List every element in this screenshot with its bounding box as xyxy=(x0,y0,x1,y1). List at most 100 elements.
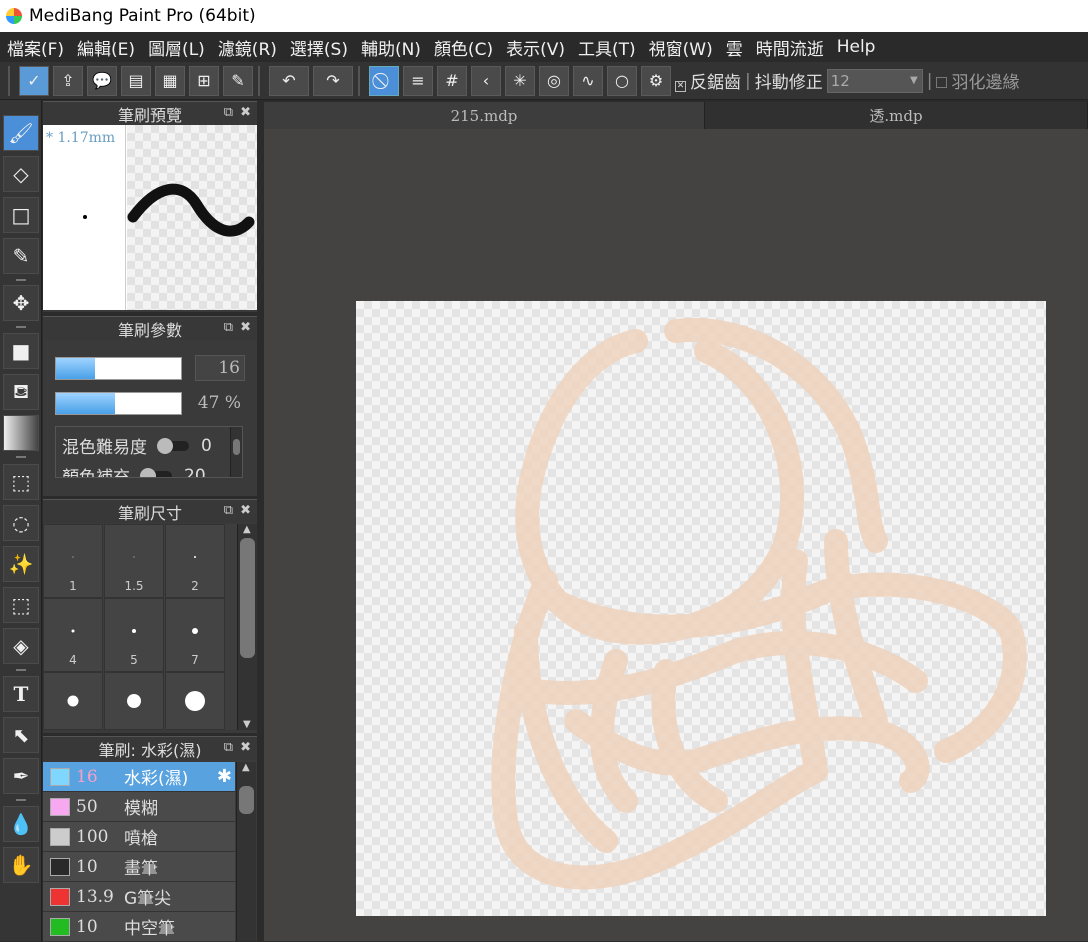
select-pen-tool-icon[interactable]: ⬚ xyxy=(3,587,39,623)
comment-icon[interactable]: 💬 xyxy=(87,65,117,96)
menu-tools[interactable]: 工具(T) xyxy=(571,35,642,60)
brush-item[interactable]: 13.9 G筆尖 xyxy=(43,882,235,912)
menu-window[interactable]: 視窗(W) xyxy=(642,35,719,60)
gear-icon[interactable]: ✱ xyxy=(217,766,232,787)
text-tool-icon[interactable]: T xyxy=(3,676,39,712)
brush-size-value[interactable]: 16 xyxy=(195,355,245,381)
params-scrollbar[interactable] xyxy=(230,427,242,477)
brush-item[interactable]: 100 噴槍 xyxy=(43,822,235,852)
rectangle-tool-icon[interactable]: □ xyxy=(3,197,39,233)
circle-snap-icon[interactable]: ○ xyxy=(607,65,637,96)
menu-select[interactable]: 選擇(S) xyxy=(283,35,354,60)
document-canvas[interactable] xyxy=(356,301,1046,916)
menu-filter[interactable]: 濾鏡(R) xyxy=(211,35,283,60)
message-icon[interactable]: ▤ xyxy=(121,65,151,96)
stabilizer-select[interactable]: 12 ▼ xyxy=(826,68,923,93)
brush-item[interactable]: 10 中空筆 xyxy=(43,912,235,942)
close-icon[interactable]: ✖ xyxy=(240,320,251,335)
divide-tool-icon[interactable]: ✒ xyxy=(3,758,39,794)
scroll-thumb[interactable] xyxy=(233,439,240,455)
eyedropper-tool-icon[interactable]: 💧 xyxy=(3,806,39,842)
scroll-thumb[interactable] xyxy=(239,786,254,814)
brush-color-swatch xyxy=(50,887,70,906)
operation-tool-icon[interactable]: ⬉ xyxy=(3,717,39,753)
concentric-snap-icon[interactable]: ◎ xyxy=(539,65,569,96)
select-eraser-tool-icon[interactable]: ◈ xyxy=(3,628,39,664)
snap-settings-gear-icon[interactable]: ⚙ xyxy=(641,65,671,96)
eraser-tool-icon[interactable]: ◇ xyxy=(3,156,39,192)
grid-snap-icon[interactable]: # xyxy=(437,65,467,96)
size-cell[interactable] xyxy=(43,672,103,730)
size-dot xyxy=(71,629,75,633)
feather-label: 羽化邊緣 xyxy=(951,73,1020,93)
size-cell[interactable] xyxy=(165,672,225,730)
popout-icon[interactable]: ⧉ xyxy=(224,740,233,755)
scroll-thumb[interactable] xyxy=(240,538,255,658)
brush-params-panel: 筆刷參數 ⧉ ✖ 16 47 % 混色難易度 0 顏色補充 20 xyxy=(43,316,257,496)
close-icon[interactable]: ✖ xyxy=(240,105,251,120)
scroll-down-icon[interactable]: ▼ xyxy=(243,719,251,730)
popout-icon[interactable]: ⧉ xyxy=(224,105,233,120)
popout-icon[interactable]: ⧉ xyxy=(224,503,233,518)
redo-button[interactable]: ↷ xyxy=(313,65,353,96)
size-cell[interactable]: 7 xyxy=(165,598,225,672)
blend-toggle[interactable] xyxy=(157,437,189,454)
gradient-tool-icon[interactable] xyxy=(3,415,39,451)
scroll-up-icon[interactable]: ▲ xyxy=(243,524,251,535)
brush-size-slider[interactable] xyxy=(55,357,182,380)
cloud-save-icon[interactable]: ✓ xyxy=(19,65,49,96)
scroll-up-icon[interactable]: ▲ xyxy=(242,762,250,773)
opacity-slider[interactable] xyxy=(55,392,182,415)
document-icon[interactable]: ▦ xyxy=(155,65,185,96)
size-cell[interactable] xyxy=(104,672,164,730)
sizes-scrollbar[interactable]: ▲ ▼ xyxy=(237,524,257,730)
menu-assist[interactable]: 輔助(N) xyxy=(354,35,427,60)
move-tool-icon[interactable]: ✥ xyxy=(3,285,39,321)
close-icon[interactable]: ✖ xyxy=(240,740,251,755)
antialias-checkbox[interactable]: 反鋸齒 xyxy=(675,68,741,93)
menu-edit[interactable]: 編輯(E) xyxy=(70,35,141,60)
close-icon[interactable]: ✖ xyxy=(240,503,251,518)
bucket-tool-icon[interactable]: ⛾ xyxy=(3,374,39,410)
menu-timelapse[interactable]: 時間流逝 xyxy=(749,35,830,60)
fill-shape-tool-icon[interactable]: ■ xyxy=(3,333,39,369)
rect-select-tool-icon[interactable]: ⬚ xyxy=(3,464,39,500)
menu-cloud[interactable]: 雲 xyxy=(719,35,749,60)
brush-tool-icon[interactable]: 🖌 xyxy=(3,115,39,151)
schedule-icon[interactable]: ⊞ xyxy=(189,65,219,96)
radial-snap-icon[interactable]: ✳ xyxy=(505,65,535,96)
brush-item[interactable]: 16 水彩(濕) ✱ xyxy=(43,762,235,792)
menu-color[interactable]: 顏色(C) xyxy=(427,35,499,60)
size-cell[interactable]: 5 xyxy=(104,598,164,672)
tab-transparent[interactable]: 透.mdp xyxy=(705,102,1088,129)
hand-tool-icon[interactable]: ✋ xyxy=(3,847,39,883)
edit-list-icon[interactable]: ✎ xyxy=(223,65,253,96)
size-dot xyxy=(192,628,198,635)
perspective-snap-icon[interactable]: ‹ xyxy=(471,65,501,96)
menu-help[interactable]: Help xyxy=(830,37,882,57)
panel-title: 筆刷預覽 xyxy=(117,105,182,125)
menu-layer[interactable]: 圖層(L) xyxy=(141,35,211,60)
brush-list-scrollbar[interactable]: ▲ xyxy=(236,762,256,941)
lasso-tool-icon[interactable]: ◌ xyxy=(3,505,39,541)
dot-brush-tool-icon[interactable]: ✎ xyxy=(3,238,39,274)
brush-item[interactable]: 10 畫筆 xyxy=(43,852,235,882)
magic-wand-tool-icon[interactable]: ✨ xyxy=(3,546,39,582)
size-cell[interactable]: 4 xyxy=(43,598,103,672)
snap-off-icon[interactable]: ⃠ xyxy=(369,65,399,96)
popout-icon[interactable]: ⧉ xyxy=(224,320,233,335)
color-fill-toggle[interactable] xyxy=(140,467,172,477)
size-cell[interactable]: 1.5 xyxy=(104,524,164,598)
menu-file[interactable]: 檔案(F) xyxy=(0,35,70,60)
tab-215[interactable]: 215.mdp xyxy=(264,102,705,129)
size-cell[interactable]: 2 xyxy=(165,524,225,598)
parallel-snap-icon[interactable]: ≡ xyxy=(403,65,433,96)
share-icon[interactable]: ⇪ xyxy=(53,65,83,96)
menu-view[interactable]: 表示(V) xyxy=(499,35,571,60)
size-cell[interactable]: 1 xyxy=(43,524,103,598)
canvas-area[interactable] xyxy=(264,129,1088,941)
curve-snap-icon[interactable]: ∿ xyxy=(573,65,603,96)
feather-checkbox[interactable]: 羽化邊緣 xyxy=(936,68,1019,93)
undo-button[interactable]: ↶ xyxy=(269,65,309,96)
brush-item[interactable]: 50 模糊 xyxy=(43,792,235,822)
